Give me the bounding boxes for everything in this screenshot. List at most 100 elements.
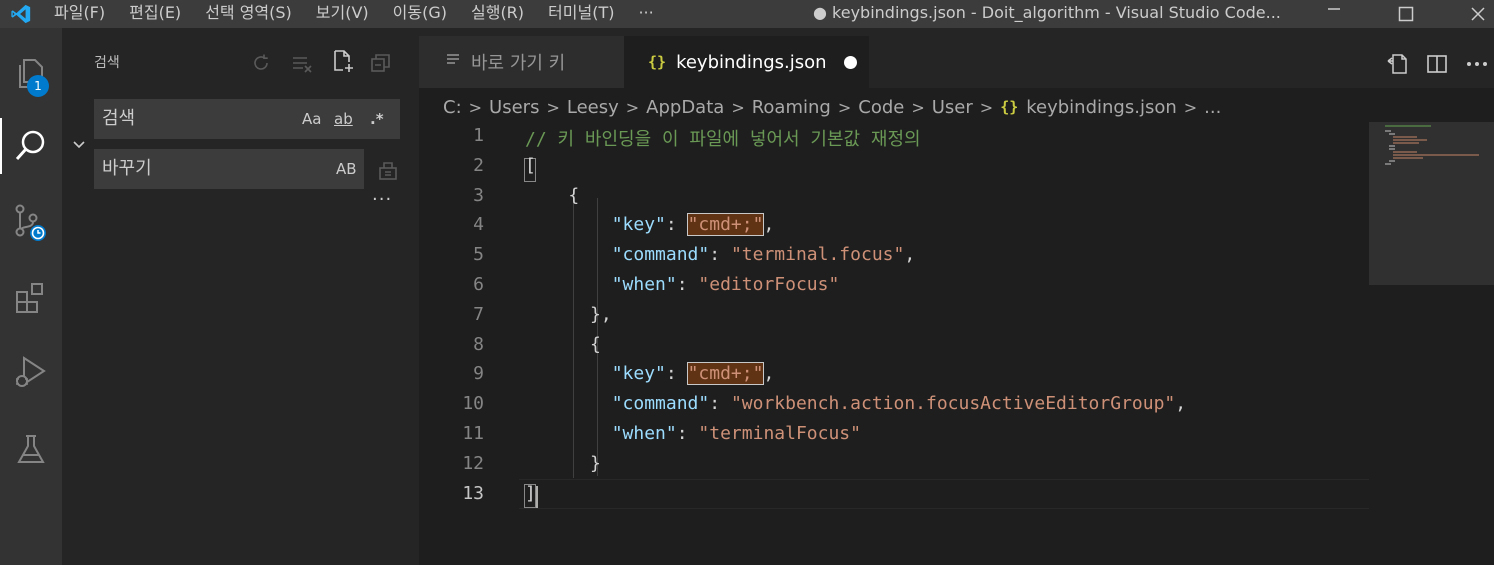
refresh-icon[interactable] xyxy=(249,51,273,75)
breadcrumb-separator-icon: > xyxy=(1183,97,1198,117)
line-number: 5 xyxy=(473,244,484,266)
testing-icon[interactable] xyxy=(0,418,62,480)
line-number: 7 xyxy=(473,303,484,325)
breadcrumb-separator-icon: > xyxy=(979,97,994,117)
search-input-value: 검색 xyxy=(102,108,136,129)
code-token: ] xyxy=(525,482,536,504)
source-control-icon[interactable] xyxy=(0,191,62,253)
breadcrumb-separator-icon: > xyxy=(468,97,483,117)
breadcrumb-separator-icon: > xyxy=(546,97,560,117)
close-window-button[interactable] xyxy=(1455,0,1494,28)
unsaved-dot-icon[interactable] xyxy=(844,56,857,69)
maximize-button[interactable] xyxy=(1383,0,1429,28)
code-line: ] xyxy=(525,483,536,504)
code-token: { xyxy=(525,184,580,206)
code-token: [ xyxy=(525,154,536,176)
breadcrumb: C: > Users > Leesy > AppData > Roaming > Code… xyxy=(443,94,1221,120)
code-line: "command": "workbench.action.focusActive… xyxy=(525,393,1186,414)
activity-bar: 1 xyxy=(0,28,62,565)
match-case-toggle[interactable]: Aa xyxy=(302,99,321,139)
line-number: 6 xyxy=(473,274,484,295)
menu-view[interactable]: 보기(V) xyxy=(304,0,381,28)
menu-file[interactable]: 파일(F) xyxy=(42,0,117,28)
code-token: "editorFocus" xyxy=(698,274,840,295)
menu-bar: 파일(F) 편집(E) 선택 영역(S) 보기(V) 이동(G) 실행(R) 터… xyxy=(42,0,666,28)
menu-terminal[interactable]: 터미널(T) xyxy=(536,0,626,28)
vscode-logo-icon xyxy=(0,0,42,28)
code-token: , xyxy=(763,363,775,385)
search-input[interactable]: 검색 Aa ab .* xyxy=(94,99,400,139)
code-line: "command": "terminal.focus", xyxy=(525,244,915,265)
tab-label: 바로 가기 키 xyxy=(471,53,566,74)
collapse-all-icon[interactable] xyxy=(369,51,393,75)
clear-results-icon[interactable] xyxy=(290,51,314,75)
breadcrumb-item[interactable]: Code xyxy=(858,97,904,118)
replace-input-value: 바꾸기 xyxy=(102,158,152,179)
line-number: 11 xyxy=(462,423,484,444)
new-search-editor-icon[interactable] xyxy=(331,49,355,73)
minimap-line xyxy=(1389,148,1395,150)
breadcrumb-separator-icon: > xyxy=(911,97,925,117)
menu-more[interactable]: ··· xyxy=(626,0,665,28)
minimap[interactable] xyxy=(1369,122,1494,565)
code-token: : xyxy=(665,363,688,385)
json-file-icon: {} xyxy=(1000,98,1019,116)
open-settings-json-icon[interactable] xyxy=(1384,52,1410,76)
code-line: "when": "terminalFocus" xyxy=(525,423,861,444)
menu-run[interactable]: 실행(R) xyxy=(459,0,536,28)
minimap-line xyxy=(1389,133,1395,135)
tab-keybindings-json[interactable]: {} keybindings.json xyxy=(624,36,869,88)
code-editor[interactable]: 1 2 3 4 5 6 7 8 9 10 11 12 13 // 키 바인딩을 이 파일에 넣어서 기본… xyxy=(419,122,1369,565)
code-token: , xyxy=(904,244,916,266)
minimap-line xyxy=(1389,160,1395,162)
breadcrumb-item[interactable]: ... xyxy=(1204,97,1221,118)
line-number: 13 xyxy=(462,482,484,504)
preserve-case-toggle[interactable]: AB xyxy=(336,149,357,189)
match-whole-word-toggle[interactable]: ab xyxy=(334,99,353,139)
menu-edit[interactable]: 편집(E) xyxy=(117,0,193,28)
extensions-icon[interactable] xyxy=(0,267,62,329)
menu-go[interactable]: 이동(G) xyxy=(381,0,459,28)
replace-input[interactable]: 바꾸기 AB xyxy=(94,149,364,189)
minimap-line xyxy=(1389,145,1395,147)
breadcrumb-separator-icon: > xyxy=(731,97,745,117)
replace-all-icon[interactable] xyxy=(376,158,400,182)
code-line: }, xyxy=(525,304,612,325)
minimap-line xyxy=(1393,157,1423,159)
tab-keyboard-shortcuts[interactable]: 바로 가기 키 xyxy=(419,36,624,88)
code-token: "key" xyxy=(611,214,666,236)
breadcrumb-item[interactable]: Leesy xyxy=(567,97,619,118)
breadcrumb-item[interactable]: AppData xyxy=(646,97,724,118)
code-line: [ xyxy=(525,155,536,176)
breadcrumb-item[interactable]: Roaming xyxy=(752,97,831,118)
breadcrumb-item[interactable]: Users xyxy=(489,97,539,118)
breadcrumb-item[interactable]: keybindings.json xyxy=(1026,97,1177,118)
search-icon[interactable] xyxy=(0,115,62,177)
code-token: "workbench.action.focusActiveEditorGroup… xyxy=(730,393,1176,415)
title-bar: 파일(F) 편집(E) 선택 영역(S) 보기(V) 이동(G) 실행(R) 터… xyxy=(0,0,1494,28)
current-line-highlight xyxy=(519,479,1369,509)
run-debug-icon[interactable] xyxy=(0,341,62,403)
window-title: ● keybindings.json - Doit_algorithm - Vi… xyxy=(813,3,1281,22)
breadcrumb-item[interactable]: User xyxy=(932,97,973,118)
minimap-line xyxy=(1393,154,1479,156)
breadcrumb-item[interactable]: C: xyxy=(443,97,462,118)
explorer-badge: 1 xyxy=(27,75,49,97)
menu-selection[interactable]: 선택 영역(S) xyxy=(193,0,304,28)
more-actions-icon[interactable] xyxy=(1464,52,1490,76)
minimize-button[interactable] xyxy=(1311,0,1357,28)
line-number: 9 xyxy=(473,363,484,385)
toggle-replace-chevron-icon[interactable] xyxy=(70,136,88,154)
minimap-line xyxy=(1393,136,1417,138)
code-token: "key" xyxy=(611,363,666,385)
code-token: "terminal.focus" xyxy=(730,244,905,266)
minimap-slider[interactable] xyxy=(1369,122,1494,285)
line-number: 10 xyxy=(462,393,484,415)
search-details-more-icon[interactable]: ··· xyxy=(372,189,392,210)
line-number: 3 xyxy=(473,184,484,206)
split-editor-icon[interactable] xyxy=(1424,52,1450,76)
use-regex-toggle[interactable]: .* xyxy=(370,99,384,139)
